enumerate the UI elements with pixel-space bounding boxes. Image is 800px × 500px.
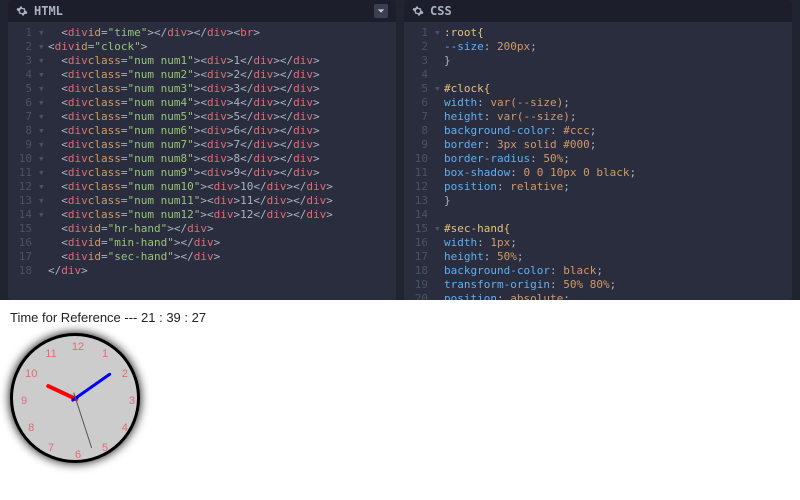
code-line[interactable]: 13 } [404,194,792,208]
code-line[interactable]: 7 height: var(--size); [404,110,792,124]
clock-face: 121234567891011 [10,333,140,463]
second-hand [73,393,92,448]
clock-number: 5 [102,442,108,454]
minute-hand [70,372,111,402]
clock-number: 1 [102,348,108,360]
gear-icon[interactable] [412,5,424,17]
code-line[interactable]: 12 position: relative; [404,180,792,194]
time-reference-minutes: 39 [166,310,180,325]
gear-icon[interactable] [16,5,28,17]
html-panel-header: HTML [8,0,396,22]
clock-number: 12 [72,341,84,353]
code-line[interactable]: 3▾ <div class="num num1"><div>1</div></d… [8,54,396,68]
code-line[interactable]: 17 height: 50%; [404,250,792,264]
time-reference-seconds: 27 [192,310,206,325]
clock-number: 4 [122,422,128,434]
html-panel-title: HTML [34,4,63,18]
code-line[interactable]: 14 [404,208,792,222]
code-line[interactable]: 10 border-radius: 50%; [404,152,792,166]
code-line[interactable]: 12▾ <div class="num num10"><div>10</div>… [8,180,396,194]
clock-number: 7 [48,442,54,454]
clock-number: 8 [28,422,34,434]
clock-number: 6 [75,449,81,461]
code-line[interactable]: 1▾ <div id="time"></div></div><br> [8,26,396,40]
code-line[interactable]: 10▾ <div class="num num8"><div>8</div></… [8,152,396,166]
code-line[interactable]: 16 <div id="min-hand"></div> [8,236,396,250]
code-line[interactable]: 5▾ <div class="num num3"><div>3</div></d… [8,82,396,96]
code-line[interactable]: 2▾<div id="clock"> [8,40,396,54]
time-reference-label: Time for Reference --- [10,310,137,325]
clock-number: 2 [122,368,128,380]
time-reference: Time for Reference --- 21 : 39 : 27 [10,310,790,325]
code-line[interactable]: 14▾ <div class="num num12"><div>12</div>… [8,208,396,222]
code-line[interactable]: 5▾#clock{ [404,82,792,96]
code-line[interactable]: 11▾ <div class="num num9"><div>9</div></… [8,166,396,180]
css-panel-header: CSS [404,0,792,22]
clock-number: 11 [45,348,56,360]
code-line[interactable]: 15▾#sec-hand{ [404,222,792,236]
code-line[interactable]: 6 width: var(--size); [404,96,792,110]
chevron-down-icon[interactable] [374,4,388,18]
code-line[interactable]: 7▾ <div class="num num5"><div>5</div></d… [8,110,396,124]
time-reference-hours: 21 [141,310,155,325]
code-line[interactable]: 20 position: absolute; [404,292,792,300]
code-line[interactable]: 4▾ <div class="num num2"><div>2</div></d… [8,68,396,82]
output-area: Time for Reference --- 21 : 39 : 27 1212… [0,300,800,473]
code-line[interactable]: 18 </div> [8,264,396,278]
html-code-area[interactable]: 1▾ <div id="time"></div></div><br>2▾<div… [8,22,396,300]
html-panel: HTML 1▾ <div id="time"></div></div><br>2… [8,0,396,300]
code-line[interactable]: 8 background-color: #ccc; [404,124,792,138]
clock-number: 9 [21,395,27,407]
code-line[interactable]: 9 border: 3px solid #000; [404,138,792,152]
code-line[interactable]: 3 } [404,54,792,68]
clock-number: 10 [25,368,37,380]
code-line[interactable]: 18 background-color: black; [404,264,792,278]
css-code-area[interactable]: 1▾:root{2 --size: 200px;3 }4 5▾#clock{6 … [404,22,792,300]
code-line[interactable]: 9▾ <div class="num num7"><div>7</div></d… [8,138,396,152]
code-line[interactable]: 11 box-shadow: 0 0 10px 0 black; [404,166,792,180]
code-line[interactable]: 2 --size: 200px; [404,40,792,54]
clock-number: 3 [129,395,135,407]
code-line[interactable]: 17 <div id="sec-hand"></div> [8,250,396,264]
code-line[interactable]: 15 <div id="hr-hand"></div> [8,222,396,236]
code-line[interactable]: 6▾ <div class="num num4"><div>4</div></d… [8,96,396,110]
code-line[interactable]: 16 width: 1px; [404,236,792,250]
code-line[interactable]: 1▾:root{ [404,26,792,40]
css-panel: CSS 1▾:root{2 --size: 200px;3 }4 5▾#cloc… [404,0,792,300]
css-panel-title: CSS [430,4,452,18]
code-line[interactable]: 19 transform-origin: 50% 80%; [404,278,792,292]
code-line[interactable]: 13▾ <div class="num num11"><div>11</div>… [8,194,396,208]
code-line[interactable]: 8▾ <div class="num num6"><div>6</div></d… [8,124,396,138]
editor-area: HTML 1▾ <div id="time"></div></div><br>2… [0,0,800,300]
code-line[interactable]: 4 [404,68,792,82]
